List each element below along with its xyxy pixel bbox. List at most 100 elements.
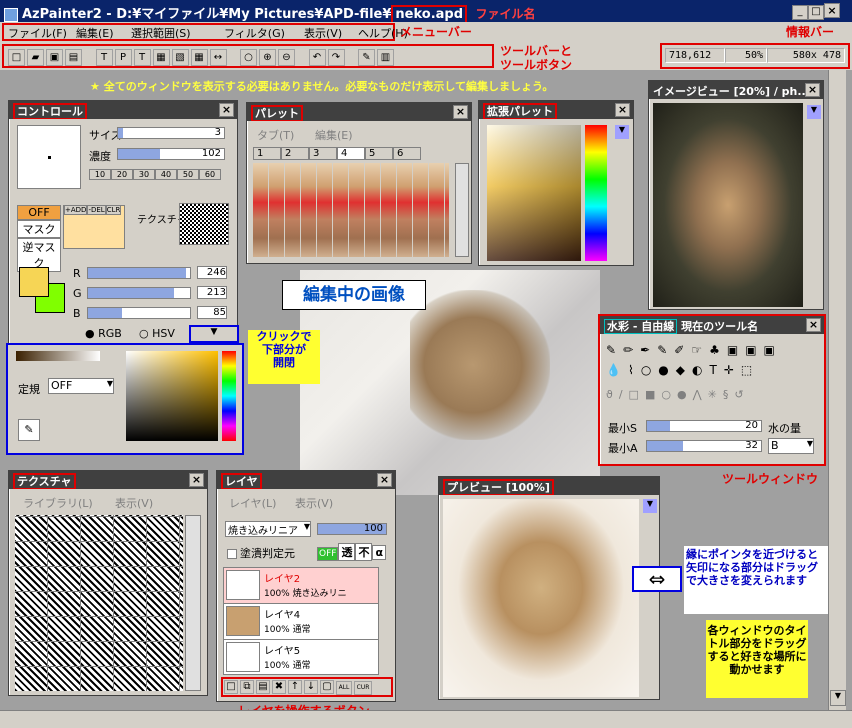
close-button[interactable]: × (824, 3, 840, 18)
curve-icon[interactable]: ϑ (606, 388, 619, 401)
gradient-icon[interactable]: ◐ (692, 363, 709, 377)
foreground-color[interactable] (19, 267, 49, 297)
move-icon[interactable]: ✛ (724, 363, 741, 377)
pen-tool-icon[interactable]: ✎ (358, 49, 375, 66)
image-size-icon[interactable]: T (95, 49, 113, 66)
expand-toggle[interactable]: ▼ (189, 325, 239, 343)
water-drop-icon[interactable]: 💧 (606, 363, 628, 377)
layer-row[interactable]: レイヤ5 100% 通常 (224, 640, 378, 674)
polyline-icon[interactable]: ⋀ (693, 388, 708, 401)
texture-menu-library[interactable]: ライブラリ(L) (23, 495, 93, 511)
tool-titlebar[interactable]: 水彩 - 自由線 現在のツール名 × (600, 316, 824, 334)
brush-icon[interactable]: ✒ (640, 343, 657, 357)
b-value[interactable]: 85 (197, 306, 227, 319)
blur-icon[interactable]: ○ (641, 363, 658, 377)
save-as-icon[interactable]: ▤ (65, 49, 82, 66)
b-slider[interactable] (87, 307, 191, 319)
zoom-icon[interactable]: ○ (240, 49, 257, 66)
layer-down-icon[interactable]: ↓ (304, 680, 318, 694)
layer-property-icon[interactable]: ▢ (320, 680, 334, 694)
min-a-slider[interactable]: 32 (646, 440, 762, 452)
water-select[interactable]: B ▼ (768, 438, 814, 454)
undo-stroke-icon[interactable]: ↺ (734, 388, 749, 401)
text-icon[interactable]: T (133, 49, 151, 66)
palette-swatches[interactable] (253, 163, 449, 257)
hue-bar[interactable] (222, 351, 236, 441)
layer-row-selected[interactable]: レイヤ2 100% 焼き込みリニ (224, 568, 378, 604)
line-icon[interactable]: / (619, 388, 629, 401)
vertical-scrollbar[interactable] (828, 70, 846, 710)
sharpen-icon[interactable]: ● (658, 363, 675, 377)
menu-file[interactable]: ファイル(F) (8, 25, 67, 41)
image-view-titlebar[interactable]: イメージビュー [20%] / ph... × (649, 81, 823, 99)
menu-view[interactable]: 表示(V) (304, 25, 342, 41)
fill-source-checkbox[interactable]: 塗潰判定元 (227, 545, 295, 561)
mask-off-button[interactable]: OFF (17, 205, 61, 220)
select3-icon[interactable]: ▣ (764, 343, 782, 357)
control-close-icon[interactable]: × (219, 103, 234, 117)
texture-titlebar[interactable]: テクスチャ × (9, 471, 207, 489)
feather-icon[interactable]: ⌇ (628, 363, 641, 377)
pattern-icon[interactable]: ▧ (171, 49, 189, 66)
select2-icon[interactable]: ▣ (745, 343, 763, 357)
layer-close-icon[interactable]: × (377, 473, 392, 487)
cur-button[interactable]: CUR (354, 681, 372, 695)
filled-circle-icon[interactable]: ● (677, 388, 693, 401)
grid-icon[interactable]: ▦ (152, 49, 170, 66)
mode-select[interactable]: OFF ▼ (48, 378, 114, 394)
finger-icon[interactable]: ☞ (691, 343, 709, 357)
texture-close-icon[interactable]: × (189, 473, 204, 487)
texture-preview[interactable] (179, 203, 229, 245)
image-view-dropdown-icon[interactable]: ▼ (807, 105, 821, 119)
spiral-icon[interactable]: § (723, 388, 735, 401)
copy-layer-icon[interactable]: ⧉ (240, 680, 254, 694)
density-slider[interactable]: 102 (117, 148, 225, 160)
preview-image[interactable] (443, 499, 639, 697)
star-icon[interactable]: ✳ (708, 388, 723, 401)
menu-filter[interactable]: フィルタ(G) (224, 25, 285, 41)
new-layer-icon[interactable]: □ (224, 680, 238, 694)
preview-titlebar[interactable]: プレビュー [100%] (439, 477, 659, 495)
new-file-icon[interactable]: □ (8, 49, 25, 66)
tool-close-icon[interactable]: × (806, 318, 821, 332)
fit-icon[interactable]: ↔ (209, 49, 227, 66)
save-icon[interactable]: ▣ (46, 49, 63, 66)
layer-opacity-slider[interactable]: 100 (317, 523, 387, 535)
preview-dropdown-icon[interactable]: ▼ (643, 499, 657, 513)
minimize-button[interactable]: _ (792, 5, 808, 20)
layer-menu-layer[interactable]: レイヤ(L) (229, 495, 276, 511)
circle-icon[interactable]: ○ (661, 388, 677, 401)
horizontal-scrollbar[interactable] (0, 710, 852, 728)
select-icon[interactable]: ▣ (727, 343, 745, 357)
palette-menu-edit[interactable]: 編集(E) (315, 127, 353, 143)
r-value[interactable]: 246 (197, 266, 227, 279)
stamp-icon[interactable]: ♣ (709, 343, 727, 357)
delete-layer-icon[interactable]: ✖ (272, 680, 286, 694)
fill-icon[interactable]: ◆ (676, 363, 692, 377)
pencil-icon[interactable]: ✏ (623, 343, 640, 357)
layer-titlebar[interactable]: レイヤ × (217, 471, 395, 489)
extended-palette-dropdown-icon[interactable]: ▼ (615, 125, 629, 139)
texture-menu-view[interactable]: 表示(V) (115, 495, 153, 511)
blend-mode-select[interactable]: 焼き込みリニア ▼ (225, 521, 311, 537)
saturation-value-square[interactable] (126, 351, 218, 441)
image-view-photo[interactable] (653, 103, 803, 307)
palette-menu-tab[interactable]: タブ(T) (257, 127, 294, 143)
airbrush-icon[interactable]: ✐ (674, 343, 691, 357)
min-s-slider[interactable]: 20 (646, 420, 762, 432)
g-value[interactable]: 213 (197, 286, 227, 299)
palette-scrollbar[interactable] (455, 163, 469, 257)
clear-icon[interactable]: ▥ (377, 49, 394, 66)
extended-palette-hue-column[interactable] (585, 125, 607, 261)
menu-selection[interactable]: 選択範囲(S) (131, 25, 191, 41)
palette-titlebar[interactable]: パレット × (247, 103, 471, 121)
image-view-close-icon[interactable]: × (805, 83, 820, 97)
layer-row[interactable]: レイヤ4 100% 通常 (224, 604, 378, 640)
control-titlebar[interactable]: コントロール × (9, 101, 237, 119)
canvas-size-icon[interactable]: P (114, 49, 132, 66)
rgb-radio[interactable]: ● RGB (85, 327, 122, 340)
layer-up-icon[interactable]: ↑ (288, 680, 302, 694)
rect-select-icon[interactable]: ⬚ (741, 363, 759, 377)
table-icon[interactable]: ▦ (190, 49, 208, 66)
zoom-in-icon[interactable]: ⊕ (259, 49, 276, 66)
